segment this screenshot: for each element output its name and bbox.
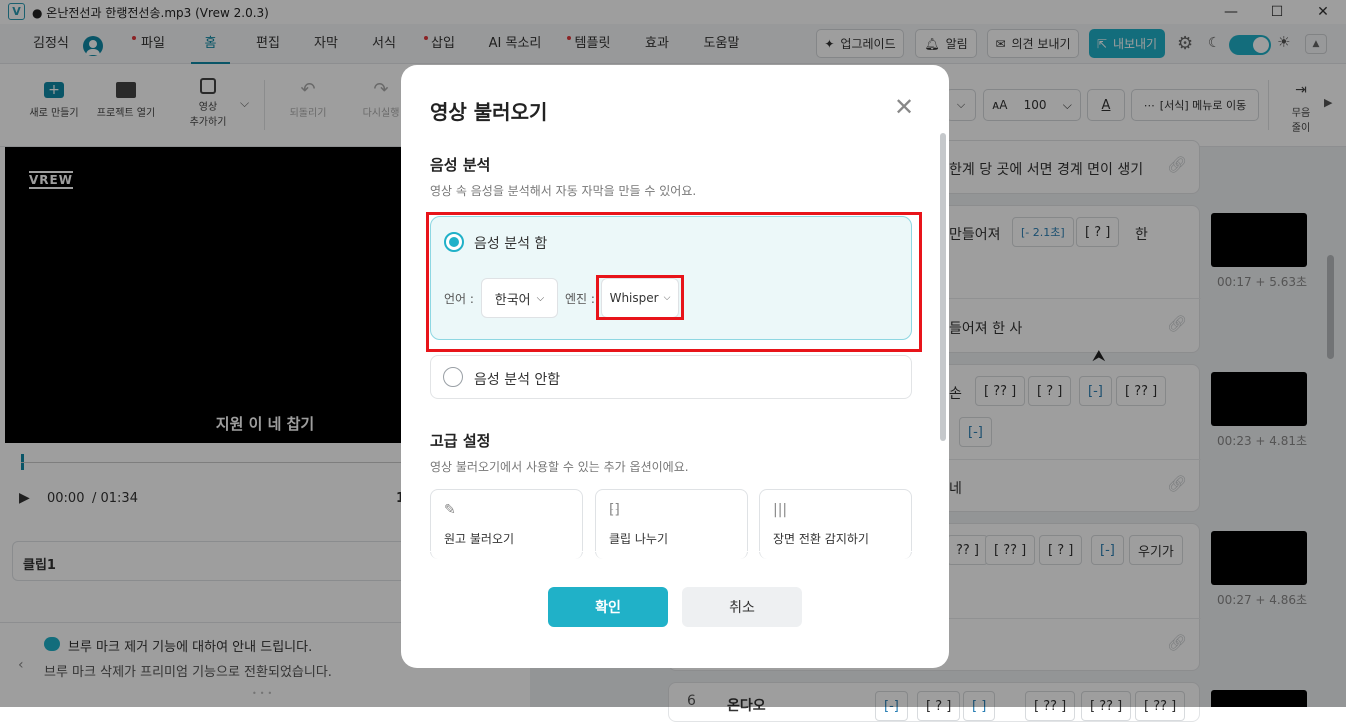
import-video-dialog: 영상 불러오기 ✕ 음성 분석 영상 속 음성을 분석해서 자동 자막을 만들 …	[401, 65, 949, 668]
advanced-section-title: 고급 설정	[430, 432, 491, 450]
option-off-label: 음성 분석 안함	[474, 372, 561, 388]
radio-off[interactable]	[443, 367, 463, 387]
advanced-section-desc: 영상 불러오기에서 사용할 수 있는 추가 옵션이에요.	[430, 460, 689, 474]
speech-analysis-off-option[interactable]: 음성 분석 안함	[430, 355, 912, 399]
highlight-box	[596, 275, 684, 320]
cancel-button[interactable]: 취소	[682, 587, 802, 627]
split-icon: ⁅⁆	[609, 502, 620, 518]
speech-section-desc: 영상 속 음성을 분석해서 자동 자막을 만들 수 있어요.	[430, 184, 697, 198]
scene-icon: |||	[773, 502, 788, 518]
confirm-button[interactable]: 확인	[548, 587, 668, 627]
split-clips-card[interactable]: ⁅⁆ 클립 나누기	[595, 489, 748, 559]
scene-detect-card[interactable]: ||| 장면 전환 감지하기	[759, 489, 912, 559]
speech-section-title: 음성 분석	[430, 156, 491, 174]
document-icon: ✎	[444, 502, 456, 518]
close-icon[interactable]: ✕	[894, 93, 914, 121]
dialog-title: 영상 불러오기	[430, 100, 548, 124]
dialog-scrollbar[interactable]	[940, 133, 946, 441]
load-script-card[interactable]: ✎ 원고 불러오기	[430, 489, 583, 559]
